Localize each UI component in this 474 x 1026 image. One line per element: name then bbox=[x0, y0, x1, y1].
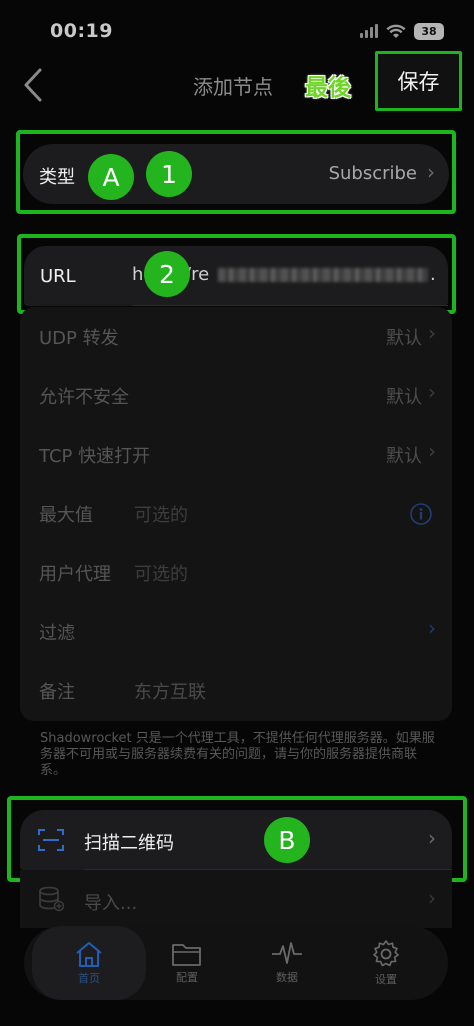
status-time: 00:19 bbox=[50, 20, 113, 42]
list-item-udp[interactable]: UDP 转发 默认 › bbox=[20, 307, 452, 366]
list-item-filter[interactable]: 过滤 › bbox=[20, 602, 452, 661]
list-item-placeholder: 可选的 bbox=[134, 505, 188, 526]
info-icon[interactable] bbox=[410, 503, 432, 525]
list-item-label: 备注 bbox=[39, 682, 75, 703]
page-title: 添加节点 bbox=[193, 75, 273, 99]
list-item-max-value[interactable]: 最大值 可选的 bbox=[20, 484, 452, 543]
type-value: Subscribe bbox=[328, 163, 417, 184]
annotation-badge-1: 1 bbox=[146, 151, 192, 197]
qr-scan-icon bbox=[38, 829, 64, 851]
tab-label: 设置 bbox=[375, 973, 397, 986]
scan-qr-label: 扫描二维码 bbox=[84, 833, 174, 854]
disclaimer-text: Shadowrocket 只是一个代理工具，不提供任何代理服务器。如果服务器不可… bbox=[40, 731, 435, 778]
url-label: URL bbox=[40, 266, 76, 287]
list-item-label: 过滤 bbox=[39, 623, 75, 644]
tab-bar: 首页 配置 数据 设置 bbox=[24, 926, 448, 1000]
list-item-value: 东方互联 bbox=[134, 682, 206, 703]
list-item-value: 默认 bbox=[386, 446, 422, 467]
pulse-icon bbox=[272, 942, 302, 964]
list-item-label: 用户代理 bbox=[39, 564, 111, 585]
wifi-icon bbox=[386, 24, 406, 38]
list-item-remark[interactable]: 备注 东方互联 bbox=[20, 661, 452, 720]
annotation-badge-a: A bbox=[88, 154, 134, 200]
database-import-icon bbox=[39, 886, 64, 912]
tab-label: 数据 bbox=[276, 971, 298, 984]
save-button-label: 保存 bbox=[397, 70, 440, 94]
url-row[interactable]: URL h /re . bbox=[24, 246, 448, 306]
list-item-label: 最大值 bbox=[39, 505, 93, 526]
url-value-end: . bbox=[430, 264, 436, 285]
house-icon bbox=[76, 942, 102, 967]
cellular-signal-icon bbox=[360, 24, 378, 38]
chevron-right-icon: › bbox=[428, 886, 436, 910]
list-item-tcp-fast-open[interactable]: TCP 快速打开 默认 › bbox=[20, 425, 452, 484]
tab-home[interactable]: 首页 bbox=[32, 926, 146, 1000]
list-item-label: UDP 转发 bbox=[39, 328, 119, 349]
type-label: 类型 bbox=[39, 167, 75, 188]
list-item-value: 默认 bbox=[386, 387, 422, 408]
tab-data[interactable]: 数据 bbox=[237, 926, 337, 1000]
save-button[interactable]: 保存 bbox=[375, 51, 462, 111]
tab-label: 首页 bbox=[78, 972, 100, 985]
annotation-last-label: 最後 bbox=[305, 75, 351, 101]
chevron-right-icon: › bbox=[428, 439, 436, 463]
battery-indicator: 38 bbox=[414, 22, 444, 40]
scan-qr-row[interactable]: 扫描二维码 › bbox=[20, 810, 452, 870]
import-row[interactable]: 导入... › bbox=[20, 870, 452, 928]
chevron-right-icon: › bbox=[427, 160, 435, 184]
list-item-allow-insecure[interactable]: 允许不安全 默认 › bbox=[20, 366, 452, 425]
divider bbox=[132, 305, 448, 306]
url-redacted-blur bbox=[218, 268, 428, 282]
chevron-right-icon: › bbox=[428, 380, 436, 404]
url-value-start: h bbox=[132, 264, 144, 285]
status-icons: 38 bbox=[360, 22, 444, 40]
back-chevron-icon[interactable] bbox=[22, 68, 44, 102]
chevron-right-icon: › bbox=[428, 616, 436, 640]
list-item-label: TCP 快速打开 bbox=[39, 446, 151, 467]
list-item-label: 允许不安全 bbox=[39, 387, 129, 408]
annotation-badge-2: 2 bbox=[144, 251, 190, 297]
gear-icon bbox=[373, 940, 399, 967]
list-item-placeholder: 可选的 bbox=[134, 564, 188, 585]
tab-config[interactable]: 配置 bbox=[137, 926, 237, 1000]
list-item-user-agent[interactable]: 用户代理 可选的 bbox=[20, 543, 452, 602]
chevron-right-icon: › bbox=[428, 826, 436, 850]
type-row[interactable]: 类型 Subscribe › bbox=[23, 144, 449, 204]
folder-icon bbox=[172, 944, 201, 966]
tab-settings[interactable]: 设置 bbox=[336, 926, 436, 1000]
list-item-value: 默认 bbox=[386, 328, 422, 349]
options-list: UDP 转发 默认 › 允许不安全 默认 › TCP 快速打开 默认 › 最大值… bbox=[20, 307, 452, 721]
tab-label: 配置 bbox=[176, 971, 198, 984]
import-label: 导入... bbox=[84, 893, 138, 914]
annotation-badge-b: B bbox=[264, 817, 310, 863]
chevron-right-icon: › bbox=[428, 321, 436, 345]
